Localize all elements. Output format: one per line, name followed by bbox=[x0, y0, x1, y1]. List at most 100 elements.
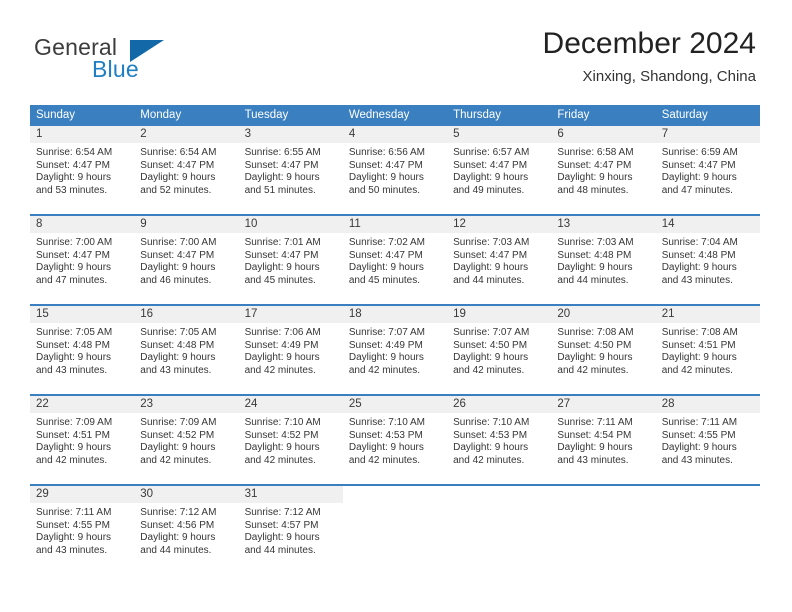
daylight-text-line1: Daylight: 9 hours bbox=[557, 172, 633, 184]
daylight-text-line2: and 42 minutes. bbox=[244, 364, 316, 376]
day-cell[interactable]: 16 Sunrise: 7:05 AM Sunset: 4:48 PM Dayligh… bbox=[134, 306, 239, 394]
day-cell[interactable]: 11 Sunrise: 7:02 AM Sunset: 4:47 PM Dayligh… bbox=[342, 216, 448, 304]
day-cell[interactable]: 6 Sunrise: 6:58 AM Sunset: 4:47 PM Daylight… bbox=[551, 126, 656, 214]
daylight-text-line2: and 52 minutes. bbox=[140, 184, 212, 196]
daylight-text-line1: Daylight: 9 hours bbox=[661, 352, 737, 364]
day-info: Sunrise: 7:03 AM Sunset: 4:47 PM Daylight:… bbox=[447, 233, 551, 287]
daylight-text-line1: Daylight: 9 hours bbox=[140, 442, 216, 454]
sunrise-text: Sunrise: 7:06 AM bbox=[244, 327, 321, 338]
sunset-text: Sunset: 4:53 PM bbox=[453, 429, 528, 441]
sunrise-text: Sunrise: 7:10 AM bbox=[244, 417, 321, 428]
day-number: 28 bbox=[655, 396, 760, 413]
sunrise-text: Sunrise: 7:11 AM bbox=[661, 417, 738, 428]
sunrise-text: Sunrise: 7:03 AM bbox=[453, 237, 530, 248]
day-info: Sunrise: 7:09 AM Sunset: 4:52 PM Daylight:… bbox=[134, 413, 238, 467]
daylight-text-line2: and 42 minutes. bbox=[453, 454, 525, 466]
sunset-text: Sunset: 4:47 PM bbox=[36, 249, 110, 261]
day-cell[interactable]: 5 Sunrise: 6:57 AM Sunset: 4:47 PM Daylight… bbox=[447, 126, 552, 214]
day-number bbox=[342, 486, 448, 503]
sunrise-text: Sunrise: 7:09 AM bbox=[36, 417, 113, 428]
day-cell[interactable]: 24 Sunrise: 7:10 AM Sunset: 4:52 PM Dayligh… bbox=[238, 396, 343, 484]
daylight-text-line2: and 42 minutes. bbox=[348, 364, 421, 376]
day-info: Sunrise: 7:00 AM Sunset: 4:47 PM Daylight:… bbox=[134, 233, 238, 287]
day-cell[interactable]: 13 Sunrise: 7:03 AM Sunset: 4:48 PM Dayligh… bbox=[551, 216, 656, 304]
weekday-header-monday: Monday bbox=[140, 109, 182, 121]
sunset-text: Sunset: 4:47 PM bbox=[244, 249, 319, 261]
day-cell-empty bbox=[655, 486, 760, 574]
day-cell[interactable]: 25 Sunrise: 7:10 AM Sunset: 4:53 PM Dayligh… bbox=[342, 396, 448, 484]
daylight-text-line2: and 43 minutes. bbox=[661, 274, 733, 286]
day-cell[interactable]: 1 Sunrise: 6:54 AM Sunset: 4:47 PM Daylight… bbox=[30, 126, 135, 214]
daylight-text-line1: Daylight: 9 hours bbox=[244, 262, 320, 274]
day-cell[interactable]: 30 Sunrise: 7:12 AM Sunset: 4:56 PM Dayligh… bbox=[134, 486, 239, 574]
sunrise-text: Sunrise: 7:08 AM bbox=[661, 327, 738, 338]
day-number: 3 bbox=[238, 126, 343, 143]
day-cell[interactable]: 4 Sunrise: 6:56 AM Sunset: 4:47 PM Daylight… bbox=[342, 126, 448, 214]
day-number: 13 bbox=[551, 216, 656, 233]
day-cell[interactable]: 2 Sunrise: 6:54 AM Sunset: 4:47 PM Daylight… bbox=[134, 126, 239, 214]
daylight-text-line1: Daylight: 9 hours bbox=[348, 262, 424, 274]
calendar-page: General Blue December 2024 Xinxing, Shan… bbox=[0, 0, 792, 612]
sunset-text: Sunset: 4:55 PM bbox=[36, 519, 110, 531]
sunset-text: Sunset: 4:49 PM bbox=[348, 339, 423, 351]
day-number: 14 bbox=[655, 216, 760, 233]
sunrise-text: Sunrise: 7:00 AM bbox=[36, 237, 113, 248]
day-number: 7 bbox=[655, 126, 760, 143]
day-cell[interactable]: 10 Sunrise: 7:01 AM Sunset: 4:47 PM Dayligh… bbox=[238, 216, 343, 304]
daylight-text-line2: and 42 minutes. bbox=[36, 454, 108, 466]
day-info: Sunrise: 7:10 AM Sunset: 4:53 PM Daylight:… bbox=[343, 413, 447, 467]
daylight-text-line1: Daylight: 9 hours bbox=[453, 262, 529, 274]
day-number bbox=[551, 486, 656, 503]
day-cell[interactable]: 9 Sunrise: 7:00 AM Sunset: 4:47 PM Daylight… bbox=[134, 216, 239, 304]
sunset-text: Sunset: 4:47 PM bbox=[557, 159, 632, 171]
day-cell[interactable]: 19 Sunrise: 7:07 AM Sunset: 4:50 PM Dayligh… bbox=[447, 306, 552, 394]
weeks-container: 1 Sunrise: 6:54 AM Sunset: 4:47 PM Daylight… bbox=[30, 126, 760, 574]
day-cell[interactable]: 22 Sunrise: 7:09 AM Sunset: 4:51 PM Dayligh… bbox=[30, 396, 135, 484]
daylight-text-line2: and 42 minutes. bbox=[140, 454, 212, 466]
daylight-text-line1: Daylight: 9 hours bbox=[661, 262, 737, 274]
day-number: 20 bbox=[551, 306, 656, 323]
weekday-header-saturday: Saturday bbox=[661, 109, 708, 121]
day-info bbox=[343, 503, 447, 507]
page-header: General Blue December 2024 Xinxing, Shan… bbox=[0, 0, 792, 100]
day-cell[interactable]: 17 Sunrise: 7:06 AM Sunset: 4:49 PM Dayligh… bbox=[238, 306, 343, 394]
daylight-text-line1: Daylight: 9 hours bbox=[661, 442, 737, 454]
day-cell[interactable]: 14 Sunrise: 7:04 AM Sunset: 4:48 PM Dayligh… bbox=[655, 216, 760, 304]
sunset-text: Sunset: 4:47 PM bbox=[661, 159, 736, 171]
day-cell[interactable]: 12 Sunrise: 7:03 AM Sunset: 4:47 PM Dayligh… bbox=[447, 216, 552, 304]
general-blue-logo[interactable]: General Blue bbox=[34, 34, 224, 86]
daylight-text-line2: and 48 minutes. bbox=[557, 184, 629, 196]
day-cell[interactable]: 31 Sunrise: 7:12 AM Sunset: 4:57 PM Dayligh… bbox=[238, 486, 343, 574]
day-number: 8 bbox=[30, 216, 135, 233]
day-cell[interactable]: 18 Sunrise: 7:07 AM Sunset: 4:49 PM Dayligh… bbox=[342, 306, 448, 394]
day-cell[interactable]: 23 Sunrise: 7:09 AM Sunset: 4:52 PM Dayligh… bbox=[134, 396, 239, 484]
day-cell[interactable]: 28 Sunrise: 7:11 AM Sunset: 4:55 PM Dayligh… bbox=[655, 396, 760, 484]
day-cell[interactable]: 27 Sunrise: 7:11 AM Sunset: 4:54 PM Dayligh… bbox=[551, 396, 656, 484]
day-cell[interactable]: 15 Sunrise: 7:05 AM Sunset: 4:48 PM Dayligh… bbox=[30, 306, 135, 394]
logo-text-blue: Blue bbox=[92, 56, 139, 82]
day-info: Sunrise: 7:05 AM Sunset: 4:48 PM Daylight:… bbox=[134, 323, 238, 377]
daylight-text-line2: and 43 minutes. bbox=[36, 544, 108, 556]
day-cell[interactable]: 7 Sunrise: 6:59 AM Sunset: 4:47 PM Daylight… bbox=[655, 126, 760, 214]
day-number: 1 bbox=[30, 126, 135, 143]
day-cell[interactable]: 3 Sunrise: 6:55 AM Sunset: 4:47 PM Daylight… bbox=[238, 126, 343, 214]
daylight-text-line1: Daylight: 9 hours bbox=[557, 262, 633, 274]
sunrise-text: Sunrise: 7:12 AM bbox=[244, 507, 321, 518]
day-cell[interactable]: 8 Sunrise: 7:00 AM Sunset: 4:47 PM Daylight… bbox=[30, 216, 135, 304]
day-cell[interactable]: 26 Sunrise: 7:10 AM Sunset: 4:53 PM Dayligh… bbox=[447, 396, 552, 484]
day-cell[interactable]: 29 Sunrise: 7:11 AM Sunset: 4:55 PM Dayligh… bbox=[30, 486, 135, 574]
sunset-text: Sunset: 4:48 PM bbox=[36, 339, 110, 351]
sunset-text: Sunset: 4:47 PM bbox=[140, 159, 215, 171]
daylight-text-line1: Daylight: 9 hours bbox=[36, 352, 112, 364]
day-info: Sunrise: 7:05 AM Sunset: 4:48 PM Daylight:… bbox=[30, 323, 134, 377]
day-cell[interactable]: 21 Sunrise: 7:08 AM Sunset: 4:51 PM Dayligh… bbox=[655, 306, 760, 394]
day-info: Sunrise: 7:06 AM Sunset: 4:49 PM Daylight:… bbox=[239, 323, 343, 377]
day-number: 23 bbox=[134, 396, 239, 413]
daylight-text-line1: Daylight: 9 hours bbox=[244, 352, 320, 364]
day-info: Sunrise: 6:58 AM Sunset: 4:47 PM Daylight:… bbox=[551, 143, 655, 197]
daylight-text-line1: Daylight: 9 hours bbox=[348, 172, 424, 184]
week-row: 8 Sunrise: 7:00 AM Sunset: 4:47 PM Daylight… bbox=[30, 214, 760, 304]
day-cell[interactable]: 20 Sunrise: 7:08 AM Sunset: 4:50 PM Dayligh… bbox=[551, 306, 656, 394]
daylight-text-line1: Daylight: 9 hours bbox=[140, 172, 216, 184]
location-subtitle: Xinxing, Shandong, China bbox=[582, 68, 756, 85]
